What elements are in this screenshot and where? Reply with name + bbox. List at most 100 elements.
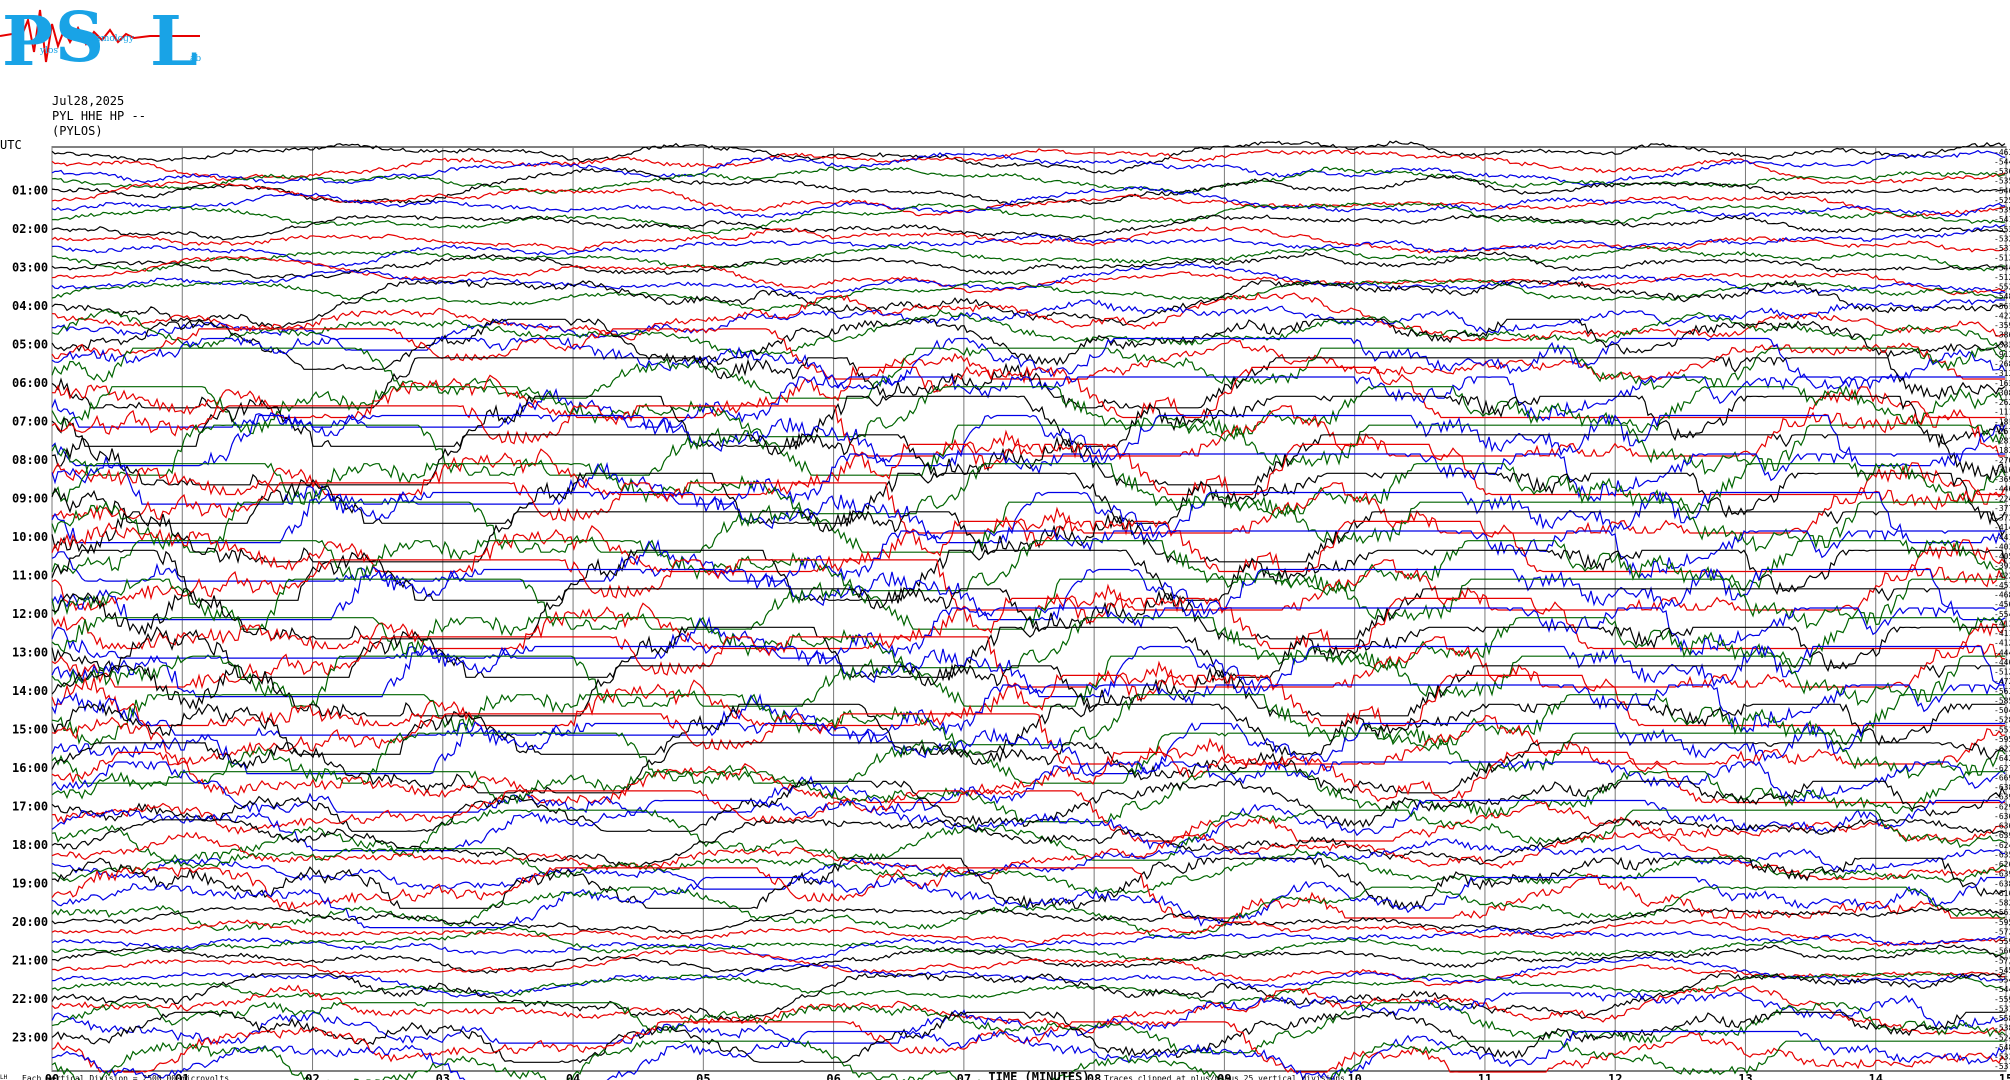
trace-offset-label: -5448	[1994, 157, 2010, 166]
trace-offset-label: -3776	[1994, 504, 2010, 513]
left-hour-label: 15:00	[12, 722, 48, 736]
trace-offset-label: -5542	[1994, 610, 2010, 619]
trace-offset-label: -3690	[1994, 475, 2010, 484]
seismic-trace	[51, 586, 2005, 641]
trace-offset-label: -4448	[1994, 648, 2010, 657]
trace-offset-label: -5339	[1994, 1053, 2010, 1062]
footer-clip-note: Traces clipped at plus/minus 25 vertical…	[1104, 1074, 1345, 1080]
x-tick-label: 13	[1738, 1072, 1752, 1080]
trace-offset-label: -5286	[1994, 716, 2010, 725]
trace-offset-label: -5593	[1994, 937, 2010, 946]
plot-frame	[51, 146, 2007, 1072]
seismic-trace	[51, 644, 2006, 698]
x-tick-label: 05	[696, 1072, 710, 1080]
trace-offset-label: -6229	[1994, 745, 2010, 754]
seismic-trace	[51, 149, 2006, 186]
left-hour-label: 19:00	[12, 876, 48, 890]
trace-offset-label: -5311	[1994, 244, 2010, 253]
trace-offset-label: -1112	[1994, 408, 2010, 417]
x-tick-label: 04	[566, 1072, 580, 1080]
seismic-trace	[51, 442, 2005, 497]
trace-offset-label: -5416	[1994, 215, 2010, 224]
trace-offset-label: -6392	[1994, 870, 2010, 879]
seismic-trace	[51, 925, 2006, 962]
trace-offset-label: -4684	[1994, 591, 2010, 600]
trace-offset-label: -5325	[1994, 234, 2010, 243]
trace-offset-label: -5319	[1994, 1004, 2010, 1013]
trace-offset-label: -4467	[1994, 658, 2010, 667]
seismic-trace	[51, 926, 2006, 962]
left-hour-label: 03:00	[12, 260, 48, 274]
trace-offset-label: -5243	[1994, 1033, 2010, 1042]
seismic-trace	[51, 838, 2006, 891]
x-tick-label: 07	[957, 1072, 971, 1080]
seismic-trace	[51, 673, 2005, 728]
trace-offset-label: -6351	[1994, 850, 2010, 859]
trace-offset-label: -5394	[1994, 206, 2010, 215]
trace-offset-label: -4410	[1994, 533, 2010, 542]
trace-offset-label: -6699	[1994, 773, 2010, 782]
trace-offset-label: -5447	[1994, 985, 2010, 994]
seismic-trace	[51, 1001, 2006, 1054]
seismic-trace	[51, 432, 2006, 487]
trace-offset-label: -4056	[1994, 552, 2010, 561]
left-hour-label: 14:00	[12, 684, 48, 698]
left-hour-label: 09:00	[12, 491, 48, 505]
trace-offset-label: -6385	[1994, 783, 2010, 792]
seismic-trace	[51, 663, 2005, 718]
seismic-trace	[51, 906, 2006, 935]
trace-offset-label: -4512	[1994, 581, 2010, 590]
left-hour-label: 22:00	[12, 992, 48, 1006]
seismic-trace	[51, 693, 2006, 748]
trace-offset-label: -5367	[1994, 167, 2010, 176]
trace-offset-label: -2703	[1994, 456, 2010, 465]
trace-offset-label: -5589	[1994, 1014, 2010, 1023]
trace-offset-label: -3939	[1994, 562, 2010, 571]
seismic-trace	[51, 713, 2006, 766]
trace-offset-label: -4638	[1994, 148, 2010, 157]
x-tick-label: 03	[436, 1072, 450, 1080]
trace-offset-label: -3166	[1994, 465, 2010, 474]
trace-offset-label: -6272	[1994, 764, 2010, 773]
utc-header-left: UTC	[0, 138, 22, 152]
trace-offset-label: -5537	[1994, 225, 2010, 234]
trace-offset-label: -5484	[1994, 292, 2010, 301]
trace-offset-label: -6262	[1994, 860, 2010, 869]
seismic-trace	[51, 500, 2005, 554]
trace-offset-label: -6364	[1994, 812, 2010, 821]
trace-offset-label: -5371	[1994, 1062, 2010, 1071]
trace-offset-label: -3863	[1994, 331, 2010, 340]
trace-offset-label: -5663	[1994, 947, 2010, 956]
trace-offset-label: -5460	[1994, 186, 2010, 195]
seismic-trace	[51, 140, 2006, 175]
seismic-trace	[51, 616, 2006, 671]
trace-offset-label: -1811	[1994, 417, 2010, 426]
x-tick-label: 14	[1869, 1072, 1883, 1080]
seismic-trace	[51, 452, 2005, 506]
left-hour-label: 07:00	[12, 414, 48, 428]
left-hour-label: 20:00	[12, 915, 48, 929]
trace-offset-label: -3137	[1994, 369, 2010, 378]
seismic-trace	[51, 394, 2006, 449]
trace-offset-label: -6297	[1994, 802, 2010, 811]
left-hour-label: 01:00	[12, 183, 48, 197]
trace-offset-label: -5125	[1994, 273, 2010, 282]
trace-offset-label: -4226	[1994, 311, 2010, 320]
seismic-trace	[51, 404, 2005, 458]
seismic-trace	[51, 856, 2006, 910]
trace-offset-label: -5351	[1994, 177, 2010, 186]
trace-offset-label: -5123	[1994, 668, 2010, 677]
trace-offset-label: -5387	[1994, 1024, 2010, 1033]
left-hour-label: 08:00	[12, 453, 48, 467]
seismic-trace	[51, 255, 2006, 296]
left-hour-label: 04:00	[12, 299, 48, 313]
seismic-trace	[51, 919, 2006, 947]
trace-offset-label: -5724	[1994, 927, 2010, 936]
seismic-trace	[51, 148, 2006, 185]
trace-offset-label: -5950	[1994, 918, 2010, 927]
trace-offset-label: -4724	[1994, 677, 2010, 686]
trace-offset-label: -5446	[1994, 263, 2010, 272]
trace-offset-label: -4567	[1994, 600, 2010, 609]
seismic-trace	[51, 539, 2006, 594]
seismic-trace	[51, 948, 2006, 987]
